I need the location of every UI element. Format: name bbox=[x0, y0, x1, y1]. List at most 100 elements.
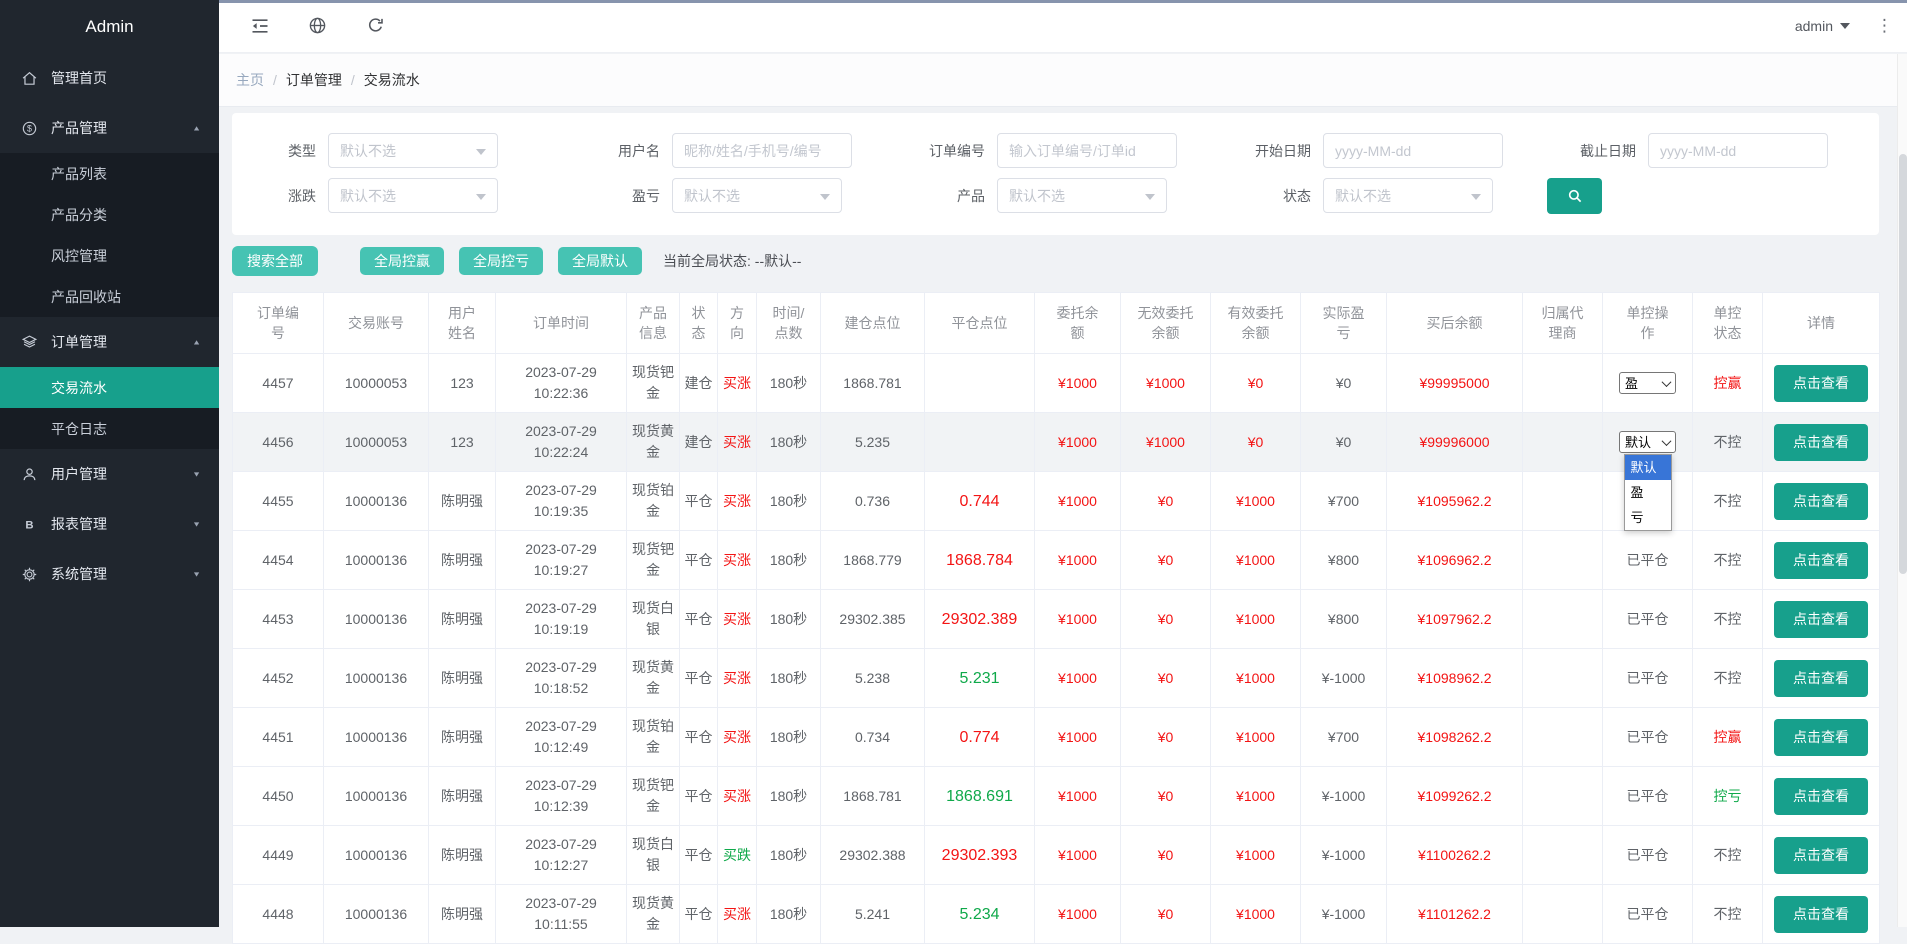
cell-invalid-entrust: ¥0 bbox=[1121, 649, 1211, 708]
view-detail-button[interactable]: 点击查看 bbox=[1774, 719, 1868, 756]
filter-select[interactable]: 默认不选 bbox=[1323, 178, 1493, 213]
view-detail-button[interactable]: 点击查看 bbox=[1774, 542, 1868, 579]
report-icon: B bbox=[21, 516, 38, 533]
sidebar-item-settings[interactable]: 系统管理▼ bbox=[0, 549, 219, 599]
invalid-entrust: ¥0 bbox=[1158, 788, 1174, 804]
close-point: 5.234 bbox=[959, 906, 999, 923]
more-options-icon[interactable]: ⋮ bbox=[1876, 16, 1893, 36]
filter-select[interactable]: 默认不选 bbox=[997, 178, 1167, 213]
filter-input bbox=[1323, 133, 1503, 168]
actual-profit: ¥700 bbox=[1328, 493, 1359, 509]
column-header: 建仓点位 bbox=[821, 293, 925, 354]
table-row: 4456100000531232023-07-2910:22:24现货黄金建仓买… bbox=[233, 413, 1880, 472]
cell-user-name: 陈明强 bbox=[429, 767, 496, 826]
sidebar-subitem[interactable]: 风控管理 bbox=[0, 235, 219, 276]
sidebar-item-label: 产品管理 bbox=[51, 118, 192, 138]
valid-entrust: ¥1000 bbox=[1236, 788, 1275, 804]
cell-account: 10000136 bbox=[324, 826, 429, 885]
entrust-balance: ¥1000 bbox=[1058, 611, 1097, 627]
sidebar-subitem[interactable]: 产品回收站 bbox=[0, 276, 219, 317]
filter-select[interactable]: 默认不选 bbox=[328, 178, 498, 213]
cell-detail: 点击查看 bbox=[1763, 531, 1880, 590]
sidebar-subitem[interactable]: 交易流水 bbox=[0, 367, 219, 408]
view-detail-button[interactable]: 点击查看 bbox=[1774, 483, 1868, 520]
cell-after-balance: ¥1099262.2 bbox=[1387, 767, 1523, 826]
cell-account: 10000053 bbox=[324, 413, 429, 472]
after-balance: ¥1098262.2 bbox=[1418, 729, 1492, 745]
cell-open-point: 5.235 bbox=[821, 413, 925, 472]
cell-control-state: 不控 bbox=[1693, 885, 1763, 944]
breadcrumb-separator: / bbox=[351, 72, 355, 88]
cell-close-point: 5.234 bbox=[925, 885, 1035, 944]
sidebar-item-home[interactable]: 管理首页 bbox=[0, 53, 219, 103]
breadcrumb-item[interactable]: 主页 bbox=[236, 70, 264, 90]
cell-valid-entrust: ¥1000 bbox=[1211, 826, 1301, 885]
search-all-button[interactable]: 搜索全部 bbox=[232, 246, 318, 276]
globe-icon[interactable] bbox=[308, 16, 328, 36]
filter-select-value: 默认不选 bbox=[684, 186, 740, 206]
period: 180秒 bbox=[770, 670, 807, 686]
cell-detail: 点击查看 bbox=[1763, 590, 1880, 649]
cell-control-state: 不控 bbox=[1693, 826, 1763, 885]
cell-product: 现货钯金 bbox=[627, 767, 680, 826]
filter-select[interactable]: 默认不选 bbox=[328, 133, 498, 168]
fold-menu-icon[interactable] bbox=[250, 16, 270, 36]
view-detail-button[interactable]: 点击查看 bbox=[1774, 424, 1868, 461]
control-select[interactable]: 盈 bbox=[1619, 372, 1676, 394]
table-row: 445010000136陈明强2023-07-2910:12:39现货钯金平仓买… bbox=[233, 767, 1880, 826]
cell-account: 10000136 bbox=[324, 472, 429, 531]
order-no: 4453 bbox=[262, 611, 293, 627]
sidebar-subitem[interactable]: 平仓日志 bbox=[0, 408, 219, 449]
user-name: 陈明强 bbox=[441, 552, 483, 568]
direction: 买涨 bbox=[723, 434, 751, 450]
valid-entrust: ¥1000 bbox=[1236, 670, 1275, 686]
global-default-button[interactable]: 全局默认 bbox=[558, 247, 642, 275]
user-menu[interactable]: admin bbox=[1795, 18, 1850, 34]
refresh-icon[interactable] bbox=[366, 16, 386, 36]
global-win-button[interactable]: 全局控赢 bbox=[360, 247, 444, 275]
cell-close-point: 1868.784 bbox=[925, 531, 1035, 590]
chevron-down-icon: ▼ bbox=[192, 470, 201, 478]
sidebar-item-orders[interactable]: 订单管理▲ bbox=[0, 317, 219, 367]
open-point: 29302.385 bbox=[839, 611, 905, 627]
chevron-down-icon bbox=[476, 149, 486, 155]
view-detail-button[interactable]: 点击查看 bbox=[1774, 601, 1868, 638]
page-scrollbar[interactable] bbox=[1897, 54, 1907, 927]
cell-agent bbox=[1523, 708, 1603, 767]
scrollbar-thumb[interactable] bbox=[1899, 154, 1907, 574]
cell-period: 180秒 bbox=[757, 767, 821, 826]
global-lose-button[interactable]: 全局控亏 bbox=[459, 247, 543, 275]
cell-direction: 买涨 bbox=[718, 590, 757, 649]
sidebar-subitem[interactable]: 产品列表 bbox=[0, 153, 219, 194]
invalid-entrust: ¥0 bbox=[1158, 670, 1174, 686]
view-detail-button[interactable]: 点击查看 bbox=[1774, 365, 1868, 402]
filter-input-field[interactable] bbox=[1660, 143, 1816, 159]
user-name: 陈明强 bbox=[441, 906, 483, 922]
cell-agent bbox=[1523, 826, 1603, 885]
dropdown-option[interactable]: 亏 bbox=[1625, 505, 1671, 530]
column-header-line: 向 bbox=[724, 323, 750, 343]
view-detail-button[interactable]: 点击查看 bbox=[1774, 778, 1868, 815]
user-name: 123 bbox=[450, 375, 473, 391]
entrust-balance: ¥1000 bbox=[1058, 670, 1097, 686]
filter-input-field[interactable] bbox=[1335, 143, 1491, 159]
dropdown-option[interactable]: 盈 bbox=[1625, 480, 1671, 505]
after-balance: ¥1101262.2 bbox=[1418, 906, 1491, 922]
cell-status: 平仓 bbox=[680, 767, 718, 826]
dropdown-option[interactable]: 默认 bbox=[1625, 455, 1671, 480]
actual-profit: ¥0 bbox=[1336, 434, 1352, 450]
view-detail-button[interactable]: 点击查看 bbox=[1774, 660, 1868, 697]
sidebar-item-user[interactable]: 用户管理▼ bbox=[0, 449, 219, 499]
control-select[interactable]: 默认 bbox=[1619, 431, 1676, 453]
cell-invalid-entrust: ¥1000 bbox=[1121, 413, 1211, 472]
sidebar-item-report[interactable]: B报表管理▼ bbox=[0, 499, 219, 549]
column-header-line: 单控 bbox=[1699, 303, 1756, 323]
sidebar-subitem[interactable]: 产品分类 bbox=[0, 194, 219, 235]
filter-input-field[interactable] bbox=[684, 143, 840, 159]
filter-input-field[interactable] bbox=[1009, 143, 1165, 159]
actual-profit: ¥700 bbox=[1328, 729, 1359, 745]
sidebar-item-product[interactable]: $产品管理▲ bbox=[0, 103, 219, 153]
search-button[interactable] bbox=[1547, 178, 1602, 214]
filter-select[interactable]: 默认不选 bbox=[672, 178, 842, 213]
view-detail-button[interactable]: 点击查看 bbox=[1774, 837, 1868, 874]
